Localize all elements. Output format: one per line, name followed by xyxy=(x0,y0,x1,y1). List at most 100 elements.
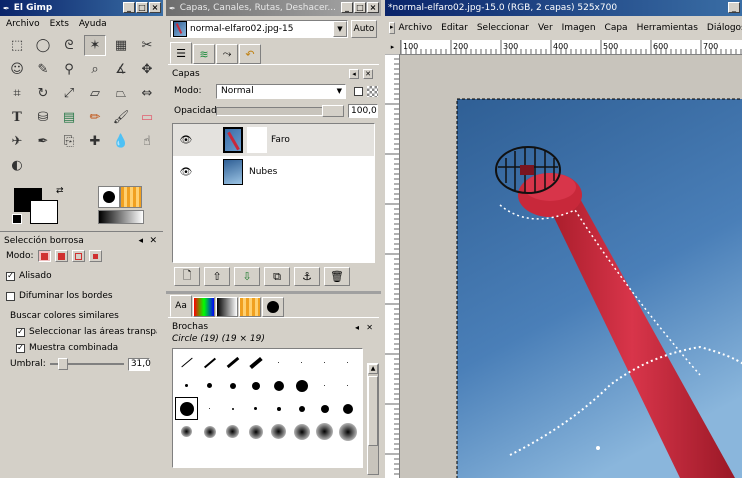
brush-preview[interactable] xyxy=(98,186,120,208)
panel-close-icon[interactable]: ✕ xyxy=(149,236,157,246)
new-layer-button[interactable]: 🗋 xyxy=(174,267,200,286)
tab-fonts-icon[interactable]: Aa xyxy=(170,295,192,317)
combo-arrow-icon[interactable]: ▼ xyxy=(333,21,347,37)
toolbox-titlebar[interactable]: ✒ El Gimp _ □ × xyxy=(0,0,163,16)
brush-cell[interactable] xyxy=(244,351,267,374)
brush-cell[interactable] xyxy=(175,374,198,397)
heal-icon[interactable]: ✚ xyxy=(84,131,106,152)
text-icon[interactable]: T xyxy=(6,107,28,128)
visibility-eye-icon[interactable]: 👁 xyxy=(173,135,199,146)
layer-row-nubes[interactable]: 👁 Nubes xyxy=(173,156,374,188)
minimize-button[interactable]: _ xyxy=(341,2,353,13)
brush-cell[interactable] xyxy=(244,397,267,420)
tab-palette-icon[interactable] xyxy=(193,297,215,317)
feather-checkbox[interactable] xyxy=(6,291,15,301)
rotate-icon[interactable]: ↻ xyxy=(32,83,54,104)
scroll-thumb[interactable] xyxy=(368,376,378,446)
opacity-slider[interactable] xyxy=(216,105,344,117)
background-color-swatch[interactable] xyxy=(30,200,58,224)
panel-menu-icon[interactable]: ◂ xyxy=(138,236,143,246)
brush-cell[interactable] xyxy=(336,351,359,374)
scroll-up-icon[interactable]: ▲ xyxy=(368,364,378,374)
default-colors-icon[interactable] xyxy=(12,214,22,224)
magnify-icon[interactable]: ⌕ xyxy=(84,59,106,80)
transparent-row[interactable]: ✓ Seleccionar las áreas transparentes xyxy=(0,324,163,340)
brush-cell[interactable] xyxy=(198,420,221,443)
paintbrush-icon[interactable]: 🖌 xyxy=(110,107,132,128)
brush-cell[interactable] xyxy=(244,374,267,397)
layers-dock-titlebar[interactable]: ✒ Capas, Canales, Rutas, Deshacer... _ □… xyxy=(166,0,381,16)
mode-intersect-icon[interactable] xyxy=(88,250,102,262)
perspective-icon[interactable]: ⏢ xyxy=(110,83,132,104)
swap-colors-icon[interactable]: ⇄ xyxy=(56,186,64,196)
brush-cell[interactable] xyxy=(336,420,359,443)
tab-paths-icon[interactable]: ⤳ xyxy=(216,44,238,64)
brush-cell[interactable] xyxy=(313,374,336,397)
blur-icon[interactable]: 💧 xyxy=(110,131,132,152)
move-icon[interactable]: ✥ xyxy=(136,59,158,80)
image-combo[interactable]: normal-elfaro02.jpg-15 ▼ xyxy=(170,20,348,38)
delete-layer-button[interactable]: 🗑 xyxy=(324,267,350,286)
tab-undo-icon[interactable]: ↶ xyxy=(239,44,261,64)
measure-icon[interactable]: ∡ xyxy=(110,59,132,80)
tab-layers-icon[interactable]: ☰ xyxy=(170,42,192,64)
bucket-fill-icon[interactable]: ⛁ xyxy=(32,107,54,128)
pattern-preview[interactable] xyxy=(120,186,142,208)
panel-close-icon[interactable]: ✕ xyxy=(363,69,373,79)
panel-menu-icon[interactable]: ◂ xyxy=(349,69,359,79)
foreground-select-icon[interactable]: ☺ xyxy=(6,59,28,80)
brush-cell[interactable] xyxy=(198,351,221,374)
scale-icon[interactable]: ⤢ xyxy=(58,83,80,104)
image-menu-item[interactable]: Ver xyxy=(538,23,553,33)
brush-cell[interactable] xyxy=(267,351,290,374)
brush-cell[interactable] xyxy=(198,397,221,420)
brush-cell[interactable] xyxy=(221,397,244,420)
pencil-icon[interactable]: ✏ xyxy=(84,107,106,128)
threshold-value[interactable]: 31,0 xyxy=(127,357,151,371)
layer-mode-select[interactable]: Normal ▼ xyxy=(216,83,346,99)
brush-cell[interactable] xyxy=(221,351,244,374)
brush-cell[interactable] xyxy=(290,420,313,443)
mode-add-icon[interactable] xyxy=(54,250,68,262)
image-menu-item[interactable]: Seleccionar xyxy=(477,23,529,33)
brush-cell[interactable] xyxy=(175,397,198,420)
image-menu-item[interactable]: Archivo xyxy=(399,23,433,33)
color-picker-icon[interactable]: ⚲ xyxy=(58,59,80,80)
brush-cell[interactable] xyxy=(290,374,313,397)
color-select-icon[interactable]: ▦ xyxy=(110,35,132,56)
brush-cell[interactable] xyxy=(198,374,221,397)
keep-transparency-checkbox[interactable] xyxy=(354,86,363,96)
image-titlebar[interactable]: *normal-elfaro02.jpg-15.0 (RGB, 2 capas)… xyxy=(385,0,742,16)
brush-cell[interactable] xyxy=(221,374,244,397)
eraser-icon[interactable]: ▭ xyxy=(136,107,158,128)
brush-cell[interactable] xyxy=(267,420,290,443)
image-menu-item[interactable]: Imagen xyxy=(562,23,596,33)
brush-cell[interactable] xyxy=(313,420,336,443)
minimize-button[interactable]: _ xyxy=(123,2,135,13)
maximize-button[interactable]: □ xyxy=(354,2,366,13)
lighthouse-photo[interactable] xyxy=(400,55,742,478)
lower-layer-button[interactable]: ⇩ xyxy=(234,267,260,286)
panel-menu-icon[interactable]: ◂ xyxy=(355,323,359,332)
visibility-eye-icon[interactable]: 👁 xyxy=(173,167,199,178)
menu-ayuda[interactable]: Ayuda xyxy=(79,19,107,29)
menu-exts[interactable]: Exts xyxy=(50,19,69,29)
minimize-button[interactable]: _ xyxy=(728,2,740,13)
tab-brushes-icon[interactable] xyxy=(262,297,284,317)
brush-pattern-gradient-preview[interactable] xyxy=(98,186,150,226)
opacity-slider-handle[interactable] xyxy=(322,105,344,117)
sample-merged-row[interactable]: ✓ Muestra combinada xyxy=(0,340,163,356)
sample-merged-checkbox[interactable]: ✓ xyxy=(16,343,25,353)
feather-row[interactable]: Difuminar los bordes xyxy=(0,288,163,304)
panel-close-icon[interactable]: ✕ xyxy=(366,323,373,332)
image-menu-arrow-icon[interactable]: ▸ xyxy=(389,22,395,34)
close-button[interactable]: × xyxy=(149,2,161,13)
image-menu-item[interactable]: Capa xyxy=(605,23,628,33)
scissors-icon[interactable]: ✂ xyxy=(136,35,158,56)
tab-gradients-icon[interactable] xyxy=(216,297,238,317)
opacity-value[interactable]: 100,0 xyxy=(348,104,378,118)
menu-archivo[interactable]: Archivo xyxy=(6,19,40,29)
brush-cell[interactable] xyxy=(290,397,313,420)
anchor-layer-button[interactable]: ⚓ xyxy=(294,267,320,286)
auto-button[interactable]: Auto xyxy=(351,20,377,38)
